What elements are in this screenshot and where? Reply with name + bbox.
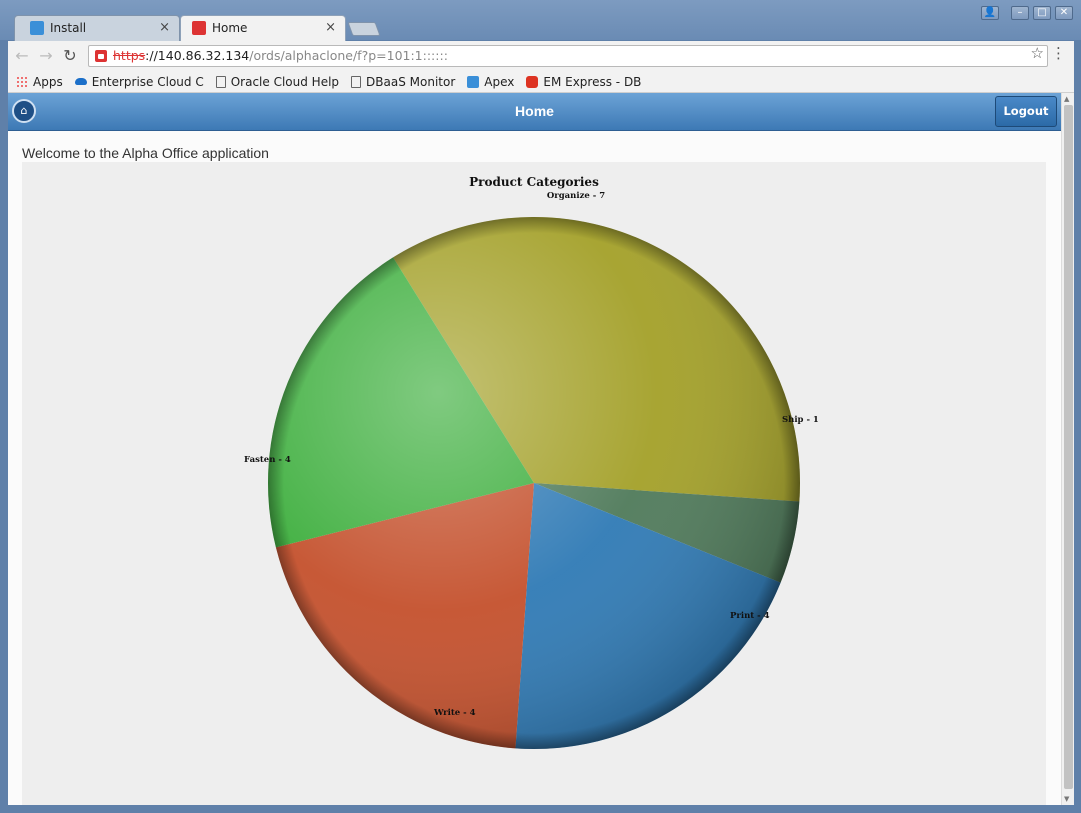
- apex-icon: [30, 21, 44, 35]
- vertical-scrollbar[interactable]: ▲ ▼: [1061, 93, 1074, 805]
- close-icon[interactable]: ×: [159, 20, 170, 35]
- logout-button[interactable]: Logout: [995, 96, 1057, 127]
- cloud-icon: [74, 78, 87, 85]
- bookmark-label: Apps: [33, 74, 63, 89]
- page-viewport: ⌂ Home Logout Welcome to the Alpha Offic…: [8, 93, 1061, 805]
- bookmark-label: Apex: [484, 74, 515, 89]
- menu-icon[interactable]: ⋮: [1051, 44, 1066, 62]
- bookmark-enterprise-cloud[interactable]: Enterprise Cloud C: [74, 74, 204, 89]
- page-icon: [351, 75, 362, 88]
- user-icon[interactable]: 👤: [981, 6, 999, 20]
- pie-label-organize: Organize - 7: [547, 191, 605, 201]
- apps-icon: [16, 75, 28, 88]
- bookmark-apps[interactable]: Apps: [16, 75, 63, 89]
- pie-label-ship: Ship - 1: [782, 415, 819, 425]
- url-path: /ords/alphaclone/f?p=101:1::::::: [249, 48, 448, 63]
- close-icon[interactable]: ×: [325, 20, 336, 35]
- browser-window: Install × Home × 👤 – □ ✕ ← → ↻ https://1…: [0, 0, 1081, 813]
- bookmark-oracle-cloud-help[interactable]: Oracle Cloud Help: [215, 74, 340, 89]
- maximize-button[interactable]: □: [1033, 6, 1051, 20]
- pie-chart: Product Categories Organize - 7 Ship - 1 P…: [244, 175, 819, 749]
- scroll-thumb[interactable]: [1064, 105, 1073, 789]
- bookmark-label: Enterprise Cloud C: [91, 74, 204, 89]
- bookmark-em-express[interactable]: EM Express - DB: [526, 75, 641, 89]
- tab-install[interactable]: Install ×: [14, 15, 180, 41]
- apex-icon: [467, 75, 480, 88]
- page-title: Home: [515, 103, 554, 119]
- tab-label: Home: [212, 21, 248, 35]
- browser-toolbar: ← → ↻ https://140.86.32.134/ords/alphacl…: [8, 41, 1074, 71]
- back-icon[interactable]: ←: [12, 46, 32, 65]
- lock-icon: [95, 50, 107, 62]
- window-bottom-edge: [8, 805, 1074, 813]
- bookmarks-bar: Apps Enterprise Cloud C Oracle Cloud Hel…: [8, 71, 1074, 93]
- welcome-message: Welcome to the Alpha Office application: [22, 145, 269, 161]
- tab-label: Install: [50, 21, 87, 35]
- chart-title: Product Categories: [469, 175, 599, 189]
- scroll-up-icon[interactable]: ▲: [1064, 95, 1069, 103]
- scroll-down-icon[interactable]: ▼: [1064, 795, 1069, 803]
- reload-icon[interactable]: ↻: [60, 46, 80, 65]
- close-window-button[interactable]: ✕: [1055, 6, 1073, 20]
- bookmark-dbaas-monitor[interactable]: DBaaS Monitor: [351, 75, 455, 89]
- url-scheme: https: [113, 48, 146, 63]
- bookmark-apex[interactable]: Apex: [467, 75, 514, 89]
- app-header: ⌂ Home Logout: [8, 93, 1061, 131]
- oracle-icon: [192, 21, 206, 35]
- pie-label-write: Write - 4: [433, 708, 476, 718]
- pie-label-fasten: Fasten - 4: [244, 455, 291, 465]
- bookmark-label: EM Express - DB: [543, 74, 642, 89]
- pie-rim: [268, 217, 800, 749]
- pie-label-print: Print - 4: [730, 611, 770, 621]
- bookmark-label: Oracle Cloud Help: [230, 74, 340, 89]
- bookmark-label: DBaaS Monitor: [366, 74, 456, 89]
- oracle-icon: [526, 75, 539, 88]
- tab-home[interactable]: Home ×: [180, 15, 346, 41]
- address-bar[interactable]: https://140.86.32.134/ords/alphaclone/f?…: [88, 45, 1048, 67]
- url-host: ://140.86.32.134: [145, 48, 250, 63]
- new-tab-button[interactable]: [347, 22, 381, 36]
- star-icon[interactable]: ☆: [1031, 44, 1044, 62]
- minimize-button[interactable]: –: [1011, 6, 1029, 20]
- tab-strip: Install × Home × 👤 – □ ✕: [0, 0, 1081, 41]
- page-icon: [215, 75, 226, 88]
- chart-panel: Product Categories Organize - 7 Ship - 1 P…: [22, 162, 1046, 805]
- forward-icon[interactable]: →: [36, 46, 56, 65]
- window-controls: 👤 – □ ✕: [981, 6, 1073, 20]
